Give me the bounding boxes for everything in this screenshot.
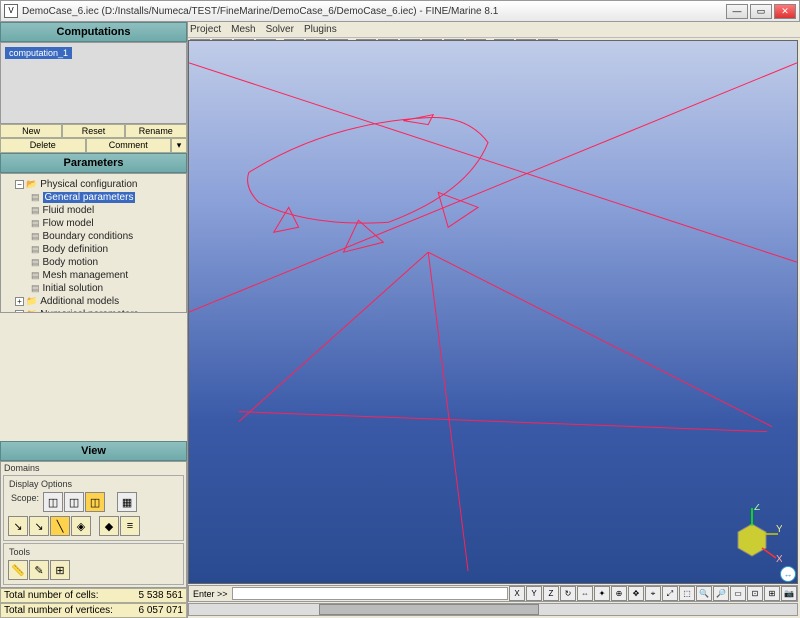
scope-label: Scope: <box>11 493 39 511</box>
vb-1[interactable]: ↻ <box>560 586 576 601</box>
axis-gizmo[interactable]: Z Y X <box>722 504 782 564</box>
display-btn-2[interactable]: ↘ <box>29 516 49 536</box>
computations-list[interactable]: computation_1 <box>0 42 187 124</box>
computations-header: Computations <box>0 22 187 42</box>
vb-5[interactable]: ✥ <box>628 586 644 601</box>
command-input[interactable] <box>232 587 508 600</box>
vb-3[interactable]: ✦ <box>594 586 610 601</box>
display-btn-1[interactable]: ↘ <box>8 516 28 536</box>
tree-fluid-model[interactable]: ▤Fluid model <box>3 204 184 217</box>
tree-boundary-conditions[interactable]: ▤Boundary conditions <box>3 230 184 243</box>
scope-btn-2[interactable]: ◫ <box>64 492 84 512</box>
scope-btn-1[interactable]: ◫ <box>43 492 63 512</box>
horizontal-scrollbar[interactable] <box>188 603 798 616</box>
tool-pencil[interactable]: ✎ <box>29 560 49 580</box>
enter-label: Enter >> <box>189 589 232 599</box>
tree-body-motion[interactable]: ▤Body motion <box>3 256 184 269</box>
reset-button[interactable]: Reset <box>62 124 124 138</box>
vb-2[interactable]: ⇔ <box>577 586 593 601</box>
scope-btn-3[interactable]: ◫ <box>85 492 105 512</box>
vb-9[interactable]: 🔍 <box>696 586 712 601</box>
sidebar: Computations computation_1 New Reset Ren… <box>0 22 188 618</box>
3d-viewport[interactable] <box>188 40 798 584</box>
domains-label: Domains <box>4 463 183 473</box>
minimize-button[interactable]: — <box>726 4 748 19</box>
tool-grid[interactable]: ⊞ <box>50 560 70 580</box>
axis-y-button[interactable]: Y <box>526 586 542 601</box>
app-icon: V <box>4 4 18 18</box>
status-vertices: Total number of vertices:6 057 071 <box>0 603 187 618</box>
comment-button[interactable]: Comment <box>86 138 172 153</box>
display-btn-6[interactable]: ≡ <box>120 516 140 536</box>
tree-initial-solution[interactable]: ▤Initial solution <box>3 282 184 295</box>
vb-11[interactable]: ▭ <box>730 586 746 601</box>
vb-10[interactable]: 🔎 <box>713 586 729 601</box>
close-button[interactable]: ✕ <box>774 4 796 19</box>
tools-label: Tools <box>9 547 178 557</box>
display-btn-5[interactable]: ◆ <box>99 516 119 536</box>
parameters-tree: −📂Physical configuration ▤General parame… <box>0 173 187 313</box>
tree-body-definition[interactable]: ▤Body definition <box>3 243 184 256</box>
tree-mesh-management[interactable]: ▤Mesh management <box>3 269 184 282</box>
computation-item[interactable]: computation_1 <box>5 47 72 59</box>
vb-12[interactable]: ⊡ <box>747 586 763 601</box>
display-btn-4[interactable]: ◈ <box>71 516 91 536</box>
tree-flow-model[interactable]: ▤Flow model <box>3 217 184 230</box>
window-titlebar: V DemoCase_6.iec (D:/Installs/Numeca/TES… <box>0 0 800 22</box>
parameters-header: Parameters <box>0 153 187 173</box>
vb-8[interactable]: ⬚ <box>679 586 695 601</box>
rename-button[interactable]: Rename <box>125 124 187 138</box>
display-options-label: Display Options <box>9 479 178 489</box>
tool-measure[interactable]: 📏 <box>8 560 28 580</box>
status-cells: Total number of cells:5 538 561 <box>0 588 187 603</box>
palette-button[interactable]: ▦ <box>117 492 137 512</box>
delete-button[interactable]: Delete <box>0 138 86 153</box>
svg-text:X: X <box>776 554 782 564</box>
vb-4[interactable]: ⊕ <box>611 586 627 601</box>
vb-13[interactable]: ⊞ <box>764 586 780 601</box>
svg-text:Z: Z <box>754 504 760 513</box>
view-header: View <box>0 441 187 461</box>
display-btn-3[interactable]: ╲ <box>50 516 70 536</box>
maximize-button[interactable]: ▭ <box>750 4 772 19</box>
tree-additional-models[interactable]: +📁Additional models <box>3 295 184 308</box>
vb-6[interactable]: ⌖ <box>645 586 661 601</box>
new-button[interactable]: New <box>0 124 62 138</box>
scrollbar-thumb[interactable] <box>319 604 539 615</box>
svg-text:Y: Y <box>776 524 782 535</box>
tree-general-parameters[interactable]: ▤General parameters <box>3 191 184 204</box>
vb-7[interactable]: ⤢ <box>662 586 678 601</box>
axis-z-button[interactable]: Z <box>543 586 559 601</box>
tree-physical-config[interactable]: −📂Physical configuration <box>3 178 184 191</box>
axis-x-button[interactable]: X <box>509 586 525 601</box>
teamviewer-icon[interactable]: ↔ <box>780 566 796 582</box>
vb-14[interactable]: 📷 <box>781 586 797 601</box>
command-bar: Enter >> X Y Z ↻ ⇔ ✦ ⊕ ✥ ⌖ ⤢ ⬚ 🔍 🔎 ▭ ⊡ ⊞… <box>188 585 798 602</box>
window-title: DemoCase_6.iec (D:/Installs/Numeca/TEST/… <box>22 6 724 17</box>
dropdown-toggle[interactable]: ▾ <box>171 138 187 153</box>
